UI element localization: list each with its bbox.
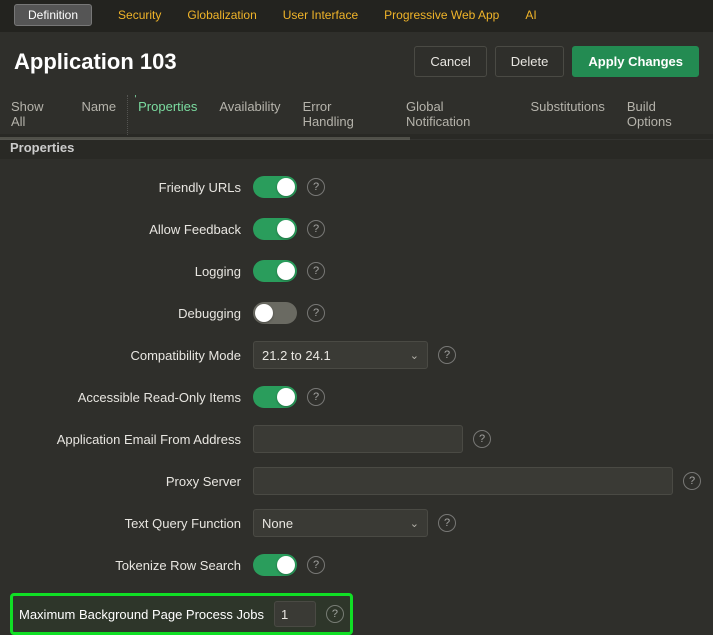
row-max-bg-jobs: Maximum Background Page Process Jobs 1 ?	[0, 593, 713, 635]
page-title: Application 103	[14, 49, 177, 75]
title-bar: Application 103 Cancel Delete Apply Chan…	[0, 32, 713, 91]
top-nav: Definition Security Globalization User I…	[0, 0, 713, 32]
toggle-tokenize-row-search[interactable]	[253, 554, 297, 576]
select-text-query-fn-value: None	[262, 516, 293, 531]
toggle-logging[interactable]	[253, 260, 297, 282]
help-icon[interactable]: ?	[307, 178, 325, 196]
delete-button[interactable]: Delete	[495, 46, 565, 77]
subtab-availability[interactable]: Availability	[219, 91, 280, 139]
subtab-error-handling[interactable]: Error Handling	[303, 91, 384, 139]
input-email-from[interactable]	[253, 425, 463, 453]
label-debugging: Debugging	[0, 306, 253, 321]
input-proxy[interactable]	[253, 467, 673, 495]
row-debugging: Debugging ?	[0, 299, 713, 327]
label-allow-feedback: Allow Feedback	[0, 222, 253, 237]
row-accessible-ro: Accessible Read-Only Items ?	[0, 383, 713, 411]
toggle-accessible-ro[interactable]	[253, 386, 297, 408]
row-logging: Logging ?	[0, 257, 713, 285]
action-buttons: Cancel Delete Apply Changes	[414, 46, 699, 77]
subtab-properties[interactable]: Properties	[138, 91, 197, 139]
properties-form: Friendly URLs ? Allow Feedback ? Logging…	[0, 159, 713, 635]
row-tokenize-row-search: Tokenize Row Search ?	[0, 551, 713, 579]
help-icon[interactable]: ?	[307, 304, 325, 322]
select-compat-mode[interactable]: 21.2 to 24.1 ⌄	[253, 341, 428, 369]
help-icon[interactable]: ?	[326, 605, 344, 623]
select-text-query-fn[interactable]: None ⌄	[253, 509, 428, 537]
help-icon[interactable]: ?	[438, 514, 456, 532]
help-icon[interactable]: ?	[683, 472, 701, 490]
label-text-query-fn: Text Query Function	[0, 516, 253, 531]
help-icon[interactable]: ?	[307, 262, 325, 280]
apply-changes-button[interactable]: Apply Changes	[572, 46, 699, 77]
label-compat-mode: Compatibility Mode	[0, 348, 253, 363]
row-text-query-fn: Text Query Function None ⌄ ?	[0, 509, 713, 537]
topnav-security[interactable]: Security	[118, 4, 161, 26]
toggle-allow-feedback[interactable]	[253, 218, 297, 240]
row-friendly-urls: Friendly URLs ?	[0, 173, 713, 201]
subtab-name[interactable]: Name	[81, 91, 116, 139]
label-logging: Logging	[0, 264, 253, 279]
topnav-user-interface[interactable]: User Interface	[283, 4, 358, 26]
topnav-ai[interactable]: AI	[525, 4, 536, 26]
subtab-global-notification[interactable]: Global Notification	[406, 91, 508, 139]
subtab-substitutions[interactable]: Substitutions	[530, 91, 604, 139]
help-icon[interactable]: ?	[438, 346, 456, 364]
label-proxy: Proxy Server	[0, 474, 253, 489]
label-max-bg-jobs: Maximum Background Page Process Jobs	[15, 607, 274, 622]
subtab-build-options[interactable]: Build Options	[627, 91, 702, 139]
label-friendly-urls: Friendly URLs	[0, 180, 253, 195]
topnav-globalization[interactable]: Globalization	[187, 4, 256, 26]
row-compat-mode: Compatibility Mode 21.2 to 24.1 ⌄ ?	[0, 341, 713, 369]
row-allow-feedback: Allow Feedback ?	[0, 215, 713, 243]
toggle-friendly-urls[interactable]	[253, 176, 297, 198]
row-email-from: Application Email From Address ?	[0, 425, 713, 453]
chevron-down-icon: ⌄	[410, 349, 419, 362]
toggle-debugging[interactable]	[253, 302, 297, 324]
label-tokenize-row-search: Tokenize Row Search	[0, 558, 253, 573]
help-icon[interactable]: ?	[473, 430, 491, 448]
row-proxy: Proxy Server ?	[0, 467, 713, 495]
topnav-definition[interactable]: Definition	[14, 4, 92, 26]
help-icon[interactable]: ?	[307, 388, 325, 406]
help-icon[interactable]: ?	[307, 220, 325, 238]
cancel-button[interactable]: Cancel	[414, 46, 486, 77]
label-accessible-ro: Accessible Read-Only Items	[0, 390, 253, 405]
subtab-show-all[interactable]: Show All	[11, 91, 59, 139]
topnav-pwa[interactable]: Progressive Web App	[384, 4, 499, 26]
input-max-bg-jobs[interactable]: 1	[274, 601, 316, 627]
sub-tabs: Show All Name Properties Availability Er…	[0, 91, 713, 140]
help-icon[interactable]: ?	[307, 556, 325, 574]
select-compat-mode-value: 21.2 to 24.1	[262, 348, 331, 363]
label-email-from: Application Email From Address	[0, 432, 253, 447]
highlighted-field: Maximum Background Page Process Jobs 1 ?	[10, 593, 353, 635]
chevron-down-icon: ⌄	[410, 517, 419, 530]
